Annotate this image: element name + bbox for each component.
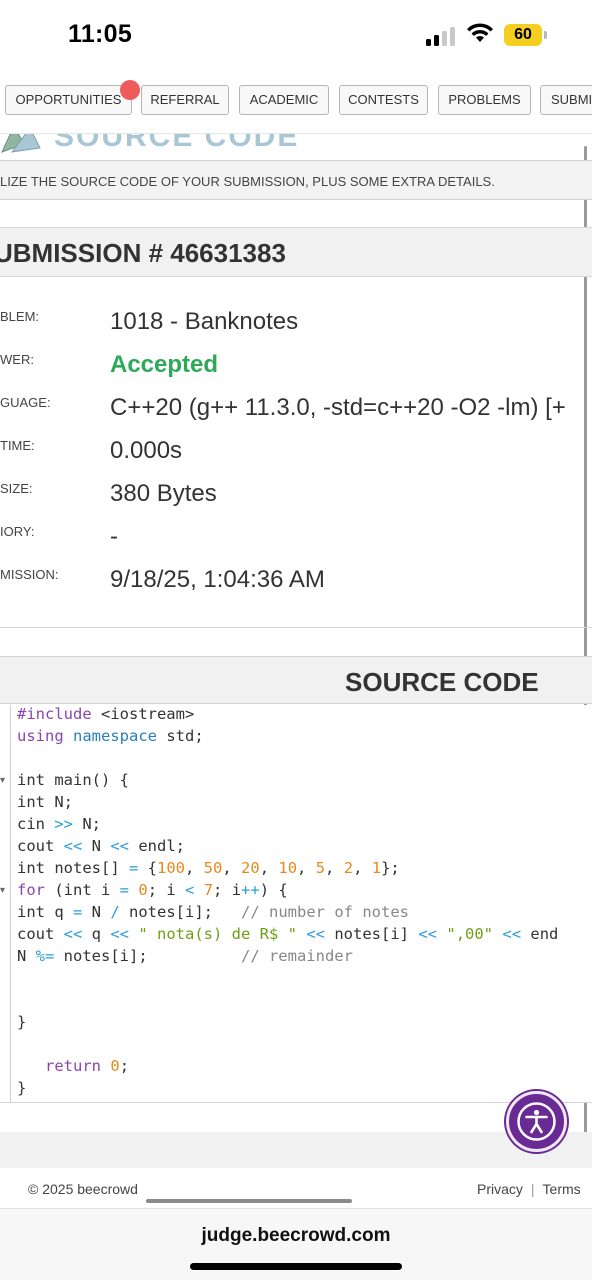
tab-problems[interactable]: PROBLEMS	[438, 85, 531, 115]
code-line: cin >> N;	[17, 815, 101, 833]
submission-date-value: 9/18/25, 1:04:36 AM	[110, 566, 325, 593]
memory-value: -	[110, 523, 118, 550]
code-line: return 0;	[45, 1057, 130, 1075]
code-gutter	[10, 705, 11, 1102]
language-value: C++20 (g++ 11.3.0, -std=c++20 -O2 -lm) […	[110, 394, 566, 421]
answer-value: Accepted	[110, 351, 219, 378]
tab-academic[interactable]: ACADEMIC	[239, 85, 329, 115]
fold-arrow-icon[interactable]: ▾	[0, 775, 5, 786]
accessibility-button[interactable]	[506, 1091, 567, 1152]
answer-label: WER:	[0, 352, 34, 367]
source-code-header: SOURCE CODE	[0, 656, 592, 704]
url-text[interactable]: judge.beecrowd.com	[0, 1225, 592, 1247]
divider	[0, 627, 592, 628]
submission-header: UBMISSION # 46631383	[0, 227, 592, 277]
footer-links: Privacy | Terms	[477, 1181, 581, 1197]
footer-separator: |	[530, 1181, 535, 1197]
code-line: }	[17, 1013, 27, 1031]
runtime-value: 0.000s	[110, 437, 183, 464]
notification-dot	[120, 80, 140, 100]
cellular-signal-icon	[426, 26, 458, 46]
problem-label: BLEM:	[0, 309, 40, 324]
tab-submissions[interactable]: SUBMI	[540, 85, 592, 115]
privacy-link[interactable]: Privacy	[477, 1181, 523, 1197]
battery-icon: 60	[504, 24, 548, 46]
code-line: int main() {	[17, 771, 129, 789]
status-bar: 11:05 60	[0, 0, 592, 72]
tab-contests[interactable]: CONTESTS	[339, 85, 428, 115]
code-line: }	[17, 1079, 27, 1097]
code-line: cout << N << endl;	[17, 837, 186, 855]
home-indicator[interactable]	[190, 1263, 402, 1270]
accessibility-icon	[517, 1102, 556, 1141]
submission-date-label: MISSION:	[0, 567, 59, 582]
problem-value[interactable]: 1018 - Banknotes	[110, 308, 298, 336]
code-line: using namespace std;	[17, 727, 204, 745]
tab-opportunities[interactable]: OPPORTUNITIES	[5, 85, 132, 115]
footer-band	[0, 1132, 592, 1168]
terms-link[interactable]: Terms	[543, 1181, 581, 1197]
size-label: SIZE:	[0, 481, 33, 496]
battery-level: 60	[514, 26, 532, 43]
size-value: 380 Bytes	[110, 480, 217, 507]
code-line: for (int i = 0; i < 7; i++) {	[17, 881, 288, 899]
code-line: int notes[] = {100, 50, 20, 10, 5, 2, 1}…	[17, 859, 400, 877]
top-nav: OPPORTUNITIES REFERRAL ACADEMIC CONTESTS…	[0, 72, 592, 134]
wifi-icon	[467, 23, 493, 42]
page-subtitle: LIZE THE SOURCE CODE OF YOUR SUBMISSION,…	[0, 174, 495, 189]
memory-label: IORY:	[0, 524, 35, 539]
code-line: int N;	[17, 793, 73, 811]
runtime-label: TIME:	[0, 438, 35, 453]
page-logo: SOURCE CODE	[0, 134, 592, 160]
logo-text: SOURCE CODE	[54, 134, 300, 153]
tab-referral[interactable]: REFERRAL	[141, 85, 229, 115]
beecrowd-logo-icon	[1, 134, 41, 153]
code-line: int q = N / notes[i]; // number of notes	[17, 903, 409, 921]
copyright-text: © 2025 beecrowd	[28, 1181, 138, 1197]
code-line: N %= notes[i]; // remainder	[17, 947, 353, 965]
status-time: 11:05	[68, 20, 133, 48]
code-line: #include <iostream>	[17, 705, 195, 723]
source-code-title: SOURCE CODE	[345, 667, 539, 697]
subtitle-bar: LIZE THE SOURCE CODE OF YOUR SUBMISSION,…	[0, 160, 592, 200]
code-line: cout << q << " nota(s) de R$ " << notes[…	[17, 925, 559, 943]
submission-title: UBMISSION # 46631383	[0, 238, 286, 268]
code-editor[interactable]: ▾ ▾ #include <iostream> using namespace s…	[0, 705, 592, 1103]
horizontal-scroll-indicator	[146, 1199, 352, 1203]
fold-arrow-icon[interactable]: ▾	[0, 885, 5, 896]
language-label: GUAGE:	[0, 395, 51, 410]
browser-url-bar[interactable]: judge.beecrowd.com	[0, 1208, 592, 1280]
